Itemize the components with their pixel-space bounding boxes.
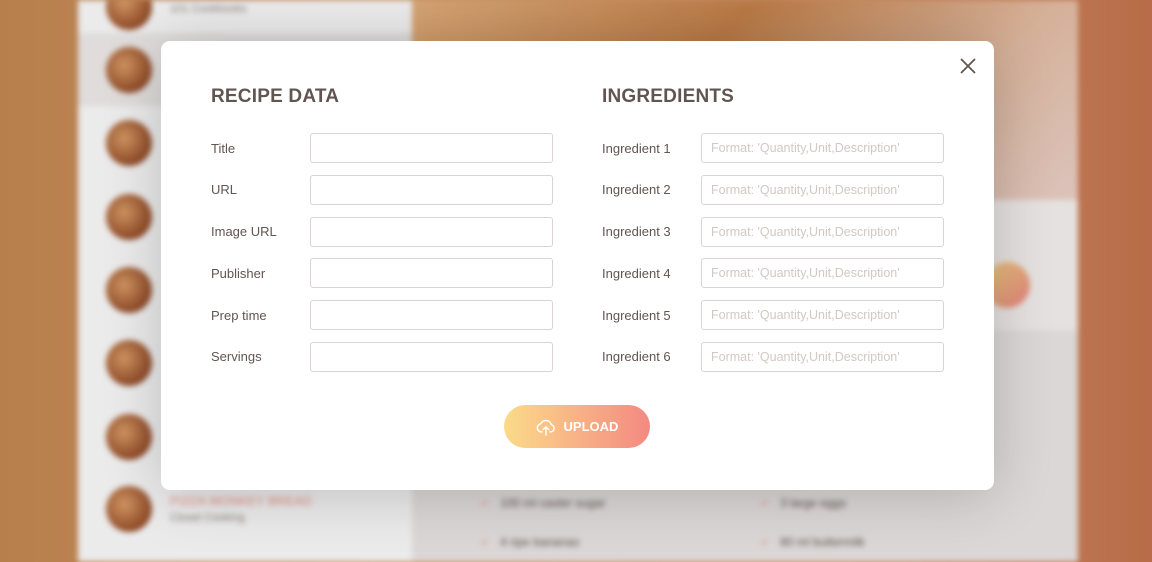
field-row-title: Title <box>211 133 553 163</box>
field-label: Ingredient 4 <box>602 265 671 281</box>
field-label: Ingredient 3 <box>602 224 671 240</box>
field-row-url: URL <box>211 174 553 205</box>
field-label: Prep time <box>211 307 267 323</box>
ingredient-6-input[interactable] <box>701 341 944 372</box>
field-row-publisher: Publisher <box>211 258 553 289</box>
field-label: Ingredient 1 <box>602 140 671 156</box>
field-row-servings: Servings <box>211 341 553 372</box>
field-label: URL <box>211 182 238 198</box>
ingredient-3-input[interactable] <box>701 216 944 247</box>
upload-button[interactable]: Upload <box>504 405 650 448</box>
title-input[interactable] <box>310 133 553 163</box>
image-url-input[interactable] <box>310 216 553 247</box>
cloud-upload-icon <box>536 419 555 436</box>
ingredient-row-5: Ingredient 5 <box>602 300 944 331</box>
field-label: Publisher <box>211 265 266 281</box>
ingredient-5-input[interactable] <box>701 300 944 331</box>
upload-button-label: Upload <box>563 419 619 434</box>
field-label: Servings <box>211 349 262 365</box>
ingredient-4-input[interactable] <box>701 258 944 289</box>
field-row-image-url: Image URL <box>211 216 553 247</box>
ingredient-row-4: Ingredient 4 <box>602 258 944 289</box>
field-label: Ingredient 6 <box>602 349 671 365</box>
recipe-data-section: Recipe data Title URL Image URL Publishe… <box>211 86 553 384</box>
url-input[interactable] <box>310 174 553 205</box>
ingredient-row-2: Ingredient 2 <box>602 174 944 205</box>
close-icon <box>960 58 976 74</box>
field-label: Ingredient 5 <box>602 307 671 323</box>
ingredient-2-input[interactable] <box>701 174 944 205</box>
ingredient-row-3: Ingredient 3 <box>602 216 944 247</box>
close-button[interactable] <box>956 54 980 78</box>
recipe-data-heading: Recipe data <box>211 86 340 107</box>
field-row-prep-time: Prep time <box>211 300 553 331</box>
publisher-input[interactable] <box>310 258 553 289</box>
field-label: Title <box>211 140 236 156</box>
ingredient-row-6: Ingredient 6 <box>602 341 944 372</box>
field-label: Image URL <box>211 224 277 240</box>
servings-input[interactable] <box>310 341 553 372</box>
field-label: Ingredient 2 <box>602 182 671 198</box>
ingredient-1-input[interactable] <box>701 133 944 163</box>
ingredient-row-1: Ingredient 1 <box>602 133 944 163</box>
prep-time-input[interactable] <box>310 300 553 331</box>
ingredients-heading: Ingredients <box>602 86 735 107</box>
upload-recipe-modal: Recipe data Title URL Image URL Publishe… <box>161 41 994 490</box>
ingredients-section: Ingredients Ingredient 1 Ingredient 2 In… <box>602 86 944 384</box>
